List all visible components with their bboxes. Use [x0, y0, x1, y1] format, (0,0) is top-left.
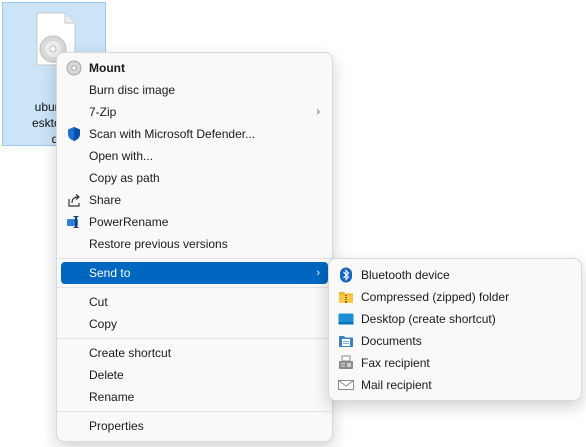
fax-icon	[338, 355, 354, 371]
send-to-item-desktop[interactable]: Desktop (create shortcut)	[333, 308, 577, 330]
submenu-item-label: Mail recipient	[361, 378, 432, 392]
menu-item-cut[interactable]: Cut	[61, 291, 328, 313]
menu-item-label: Properties	[89, 419, 144, 433]
menu-item-label: Copy as path	[89, 171, 160, 185]
send-to-item-compressed-folder[interactable]: Compressed (zipped) folder	[333, 286, 577, 308]
menu-item-powerrename[interactable]: PowerRename	[61, 211, 328, 233]
submenu-item-label: Documents	[361, 334, 422, 348]
menu-item-rename[interactable]: Rename	[61, 386, 328, 408]
desktop-icon	[338, 311, 354, 327]
menu-item-label: Restore previous versions	[89, 237, 228, 251]
mail-icon	[338, 377, 354, 393]
menu-separator	[57, 258, 332, 259]
share-icon	[66, 192, 82, 208]
submenu-item-label: Compressed (zipped) folder	[361, 290, 510, 304]
menu-item-send-to[interactable]: Send to ›	[61, 262, 328, 284]
menu-item-scan-defender[interactable]: Scan with Microsoft Defender...	[61, 123, 328, 145]
send-to-item-bluetooth[interactable]: Bluetooth device	[333, 264, 577, 286]
menu-item-copy[interactable]: Copy	[61, 313, 328, 335]
submenu-item-label: Fax recipient	[361, 356, 430, 370]
menu-item-label: Burn disc image	[89, 83, 176, 97]
menu-item-label: PowerRename	[89, 215, 169, 229]
menu-item-restore-previous-versions[interactable]: Restore previous versions	[61, 233, 328, 255]
documents-icon	[338, 333, 354, 349]
menu-item-label: Create shortcut	[89, 346, 172, 360]
menu-separator	[57, 287, 332, 288]
menu-item-label: Rename	[89, 390, 135, 404]
menu-item-label: Open with...	[89, 149, 154, 163]
zip-folder-icon	[338, 289, 354, 305]
menu-item-delete[interactable]: Delete	[61, 364, 328, 386]
menu-item-label: Copy	[89, 317, 118, 331]
defender-shield-icon	[66, 126, 82, 142]
disc-icon	[66, 60, 82, 76]
menu-item-label: Send to	[89, 266, 131, 280]
menu-item-share[interactable]: Share	[61, 189, 328, 211]
menu-item-burn-disc-image[interactable]: Burn disc image	[61, 79, 328, 101]
menu-item-properties[interactable]: Properties	[61, 415, 328, 437]
send-to-item-documents[interactable]: Documents	[333, 330, 577, 352]
context-menu: Mount Burn disc image 7-Zip › Scan with …	[56, 52, 333, 442]
send-to-submenu: Bluetooth device Compressed (zipped) fol…	[328, 258, 582, 401]
bluetooth-icon	[338, 267, 354, 283]
menu-item-label: 7-Zip	[89, 105, 117, 119]
menu-item-7zip[interactable]: 7-Zip ›	[61, 101, 328, 123]
menu-item-label: Share	[89, 193, 122, 207]
powerrename-icon	[66, 214, 82, 230]
menu-item-open-with[interactable]: Open with...	[61, 145, 328, 167]
chevron-right-icon: ›	[316, 267, 320, 279]
menu-separator	[57, 338, 332, 339]
menu-item-mount[interactable]: Mount	[61, 57, 328, 79]
menu-item-copy-as-path[interactable]: Copy as path	[61, 167, 328, 189]
submenu-item-label: Bluetooth device	[361, 268, 450, 282]
menu-item-label: Delete	[89, 368, 124, 382]
menu-item-label: Cut	[89, 295, 108, 309]
submenu-item-label: Desktop (create shortcut)	[361, 312, 496, 326]
menu-item-create-shortcut[interactable]: Create shortcut	[61, 342, 328, 364]
send-to-item-mail-recipient[interactable]: Mail recipient	[333, 374, 577, 396]
send-to-item-fax-recipient[interactable]: Fax recipient	[333, 352, 577, 374]
menu-item-label: Mount	[89, 61, 125, 75]
chevron-right-icon: ›	[316, 106, 320, 118]
menu-item-label: Scan with Microsoft Defender...	[89, 127, 256, 141]
menu-separator	[57, 411, 332, 412]
